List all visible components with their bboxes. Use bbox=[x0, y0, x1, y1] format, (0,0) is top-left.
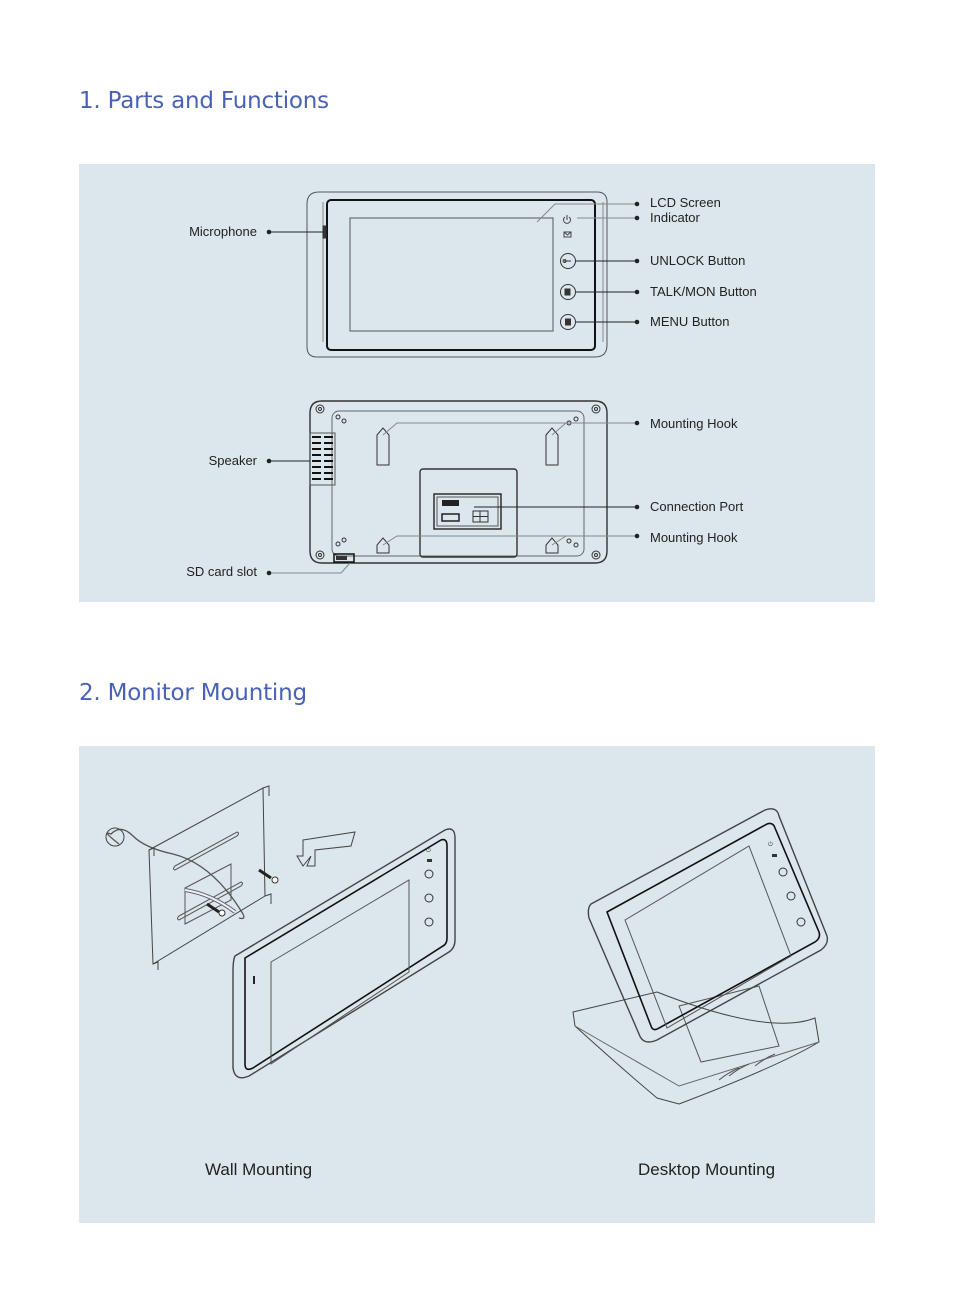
section-title-parts-and-functions: 1. Parts and Functions bbox=[79, 88, 329, 114]
front-view-monitor bbox=[266, 191, 640, 358]
svg-text:⏻: ⏻ bbox=[768, 841, 773, 848]
mounting-diagram-panel: ⏻ ⏻ Wall Mounting Desktop Mounting bbox=[79, 746, 875, 1223]
svg-text:⏻: ⏻ bbox=[426, 847, 431, 854]
label-mounting-hook-top: Mounting Hook bbox=[650, 416, 738, 431]
arrow-down-icon bbox=[296, 831, 356, 867]
mounting-hook-shape bbox=[545, 427, 559, 466]
screw-icon bbox=[591, 404, 601, 414]
connection-port bbox=[433, 493, 502, 530]
front-outer-shell bbox=[306, 191, 608, 358]
lcd-screen bbox=[349, 217, 554, 332]
label-indicator: Indicator bbox=[650, 210, 700, 225]
key-icon bbox=[562, 259, 571, 263]
wall-mounting-illustration: ⏻ bbox=[105, 785, 456, 1079]
caption-desktop-mounting: Desktop Mounting bbox=[638, 1160, 776, 1179]
caption-wall-mounting: Wall Mounting bbox=[205, 1160, 313, 1179]
section-title-monitor-mounting: 2. Monitor Mounting bbox=[79, 680, 307, 706]
label-connection-port: Connection Port bbox=[650, 499, 744, 514]
speaker-grille bbox=[309, 432, 336, 486]
mounting-hook-shape bbox=[376, 427, 390, 466]
wall-monitor-shell bbox=[232, 828, 456, 1079]
label-microphone: Microphone bbox=[189, 224, 257, 239]
sd-card-leader bbox=[269, 562, 351, 574]
label-talk-mon-button: TALK/MON Button bbox=[650, 284, 757, 299]
parts-diagram-panel: Microphone LCD Screen Indicator UNLOCK B… bbox=[79, 164, 875, 602]
label-unlock-button: UNLOCK Button bbox=[650, 253, 746, 268]
screw-icon bbox=[206, 902, 220, 914]
screw-icon bbox=[315, 550, 325, 560]
mounting-hook-top-leader bbox=[382, 422, 637, 436]
screw-icon bbox=[591, 550, 601, 560]
mounting-hook-bottom-leader bbox=[382, 535, 637, 546]
mounting-diagram: ⏻ ⏻ bbox=[105, 785, 829, 1105]
label-menu-button: MENU Button bbox=[650, 314, 730, 329]
front-bezel bbox=[326, 199, 596, 351]
wall-monitor-screen bbox=[270, 879, 410, 1065]
wall-monitor-bezel bbox=[244, 838, 448, 1071]
back-view-monitor bbox=[266, 400, 640, 576]
mounting-hook-shape bbox=[376, 537, 390, 554]
power-icon bbox=[563, 215, 571, 224]
back-inner-frame bbox=[331, 410, 585, 557]
label-mounting-hook-bottom: Mounting Hook bbox=[650, 530, 738, 545]
envelope-icon bbox=[563, 231, 572, 238]
menu-icon bbox=[565, 318, 571, 326]
label-speaker: Speaker bbox=[208, 453, 257, 468]
desktop-mounting-illustration: ⏻ bbox=[572, 808, 829, 1105]
desktop-monitor-shell bbox=[587, 808, 829, 1043]
mounting-hook-shape bbox=[545, 537, 559, 554]
handset-icon bbox=[564, 288, 571, 296]
label-sd-card-slot: SD card slot bbox=[186, 564, 257, 579]
desktop-monitor-bezel bbox=[606, 822, 821, 1031]
screw-icon bbox=[315, 404, 325, 414]
label-lcd-screen: LCD Screen bbox=[650, 195, 721, 210]
lcd-leader bbox=[536, 203, 637, 223]
